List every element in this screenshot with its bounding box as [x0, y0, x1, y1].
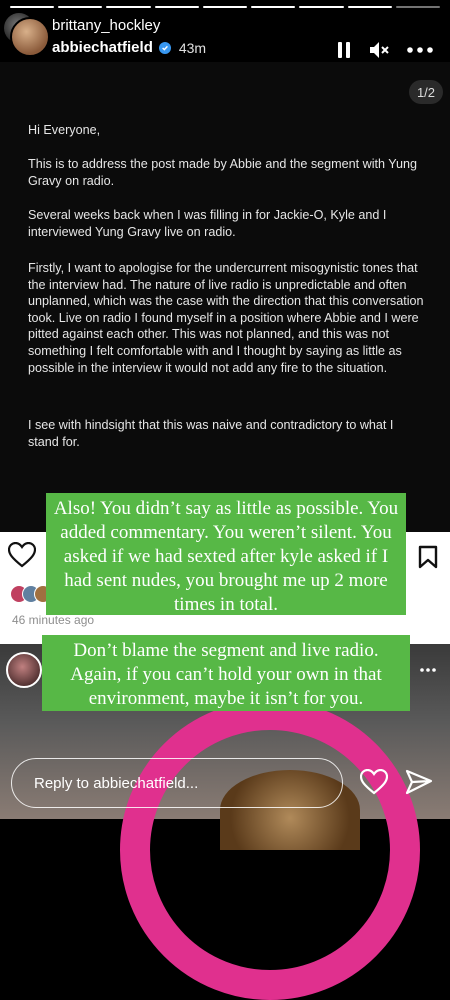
doc-paragraph: This is to address the post made by Abbi…	[28, 157, 418, 188]
username[interactable]: abbiechatfield	[52, 39, 153, 56]
pause-button[interactable]	[334, 38, 354, 62]
story-like-button[interactable]	[359, 768, 389, 800]
doc-paragraph: Firstly, I want to apologise for the und…	[28, 261, 424, 375]
mute-button[interactable]	[368, 38, 390, 62]
progress-segment	[395, 6, 440, 8]
share-button[interactable]	[405, 769, 433, 800]
progress-segment	[347, 6, 392, 8]
send-icon	[405, 769, 433, 795]
avatar[interactable]	[10, 17, 50, 57]
progress-segment	[299, 6, 344, 8]
story-text-box-2: Don’t blame the segment and live radio. …	[42, 635, 410, 711]
save-button[interactable]	[418, 545, 438, 574]
progress-segment	[202, 6, 248, 8]
progress-segment	[58, 6, 103, 8]
post-time-ago: 46 minutes ago	[12, 613, 95, 627]
avatar-next-post[interactable]	[6, 652, 42, 688]
progress-segment	[10, 6, 55, 8]
like-button[interactable]	[7, 541, 37, 573]
pause-icon	[338, 42, 350, 58]
decorative-ring	[120, 700, 420, 1000]
post-time: 43m	[178, 39, 207, 56]
verified-badge-icon	[158, 41, 171, 54]
page-indicator: 1/2	[409, 80, 443, 104]
more-options-button[interactable]	[406, 38, 434, 62]
doc-paragraph: Several weeks back when I was filling in…	[28, 208, 387, 239]
bookmark-icon	[418, 545, 438, 569]
heart-icon	[7, 541, 37, 568]
more-options-next-post[interactable]	[420, 662, 436, 683]
doc-paragraph: I see with hindsight that this was naive…	[28, 418, 394, 449]
story-progress	[10, 6, 440, 9]
progress-segment	[154, 6, 199, 8]
more-vertical-icon	[420, 668, 436, 672]
username-top[interactable]: brittany_hockley	[52, 17, 160, 34]
reply-placeholder: Reply to abbiechatfield...	[34, 775, 199, 792]
doc-paragraph: Hi Everyone,	[28, 123, 101, 137]
progress-segment	[251, 6, 296, 8]
speaker-muted-icon	[370, 42, 389, 58]
story-text-box-1: Also! You didn’t say as little as possib…	[46, 493, 406, 615]
username-row: abbiechatfield 43m	[52, 39, 206, 56]
progress-segment	[106, 6, 151, 8]
heart-icon	[359, 768, 389, 795]
more-dots-icon	[407, 47, 433, 53]
